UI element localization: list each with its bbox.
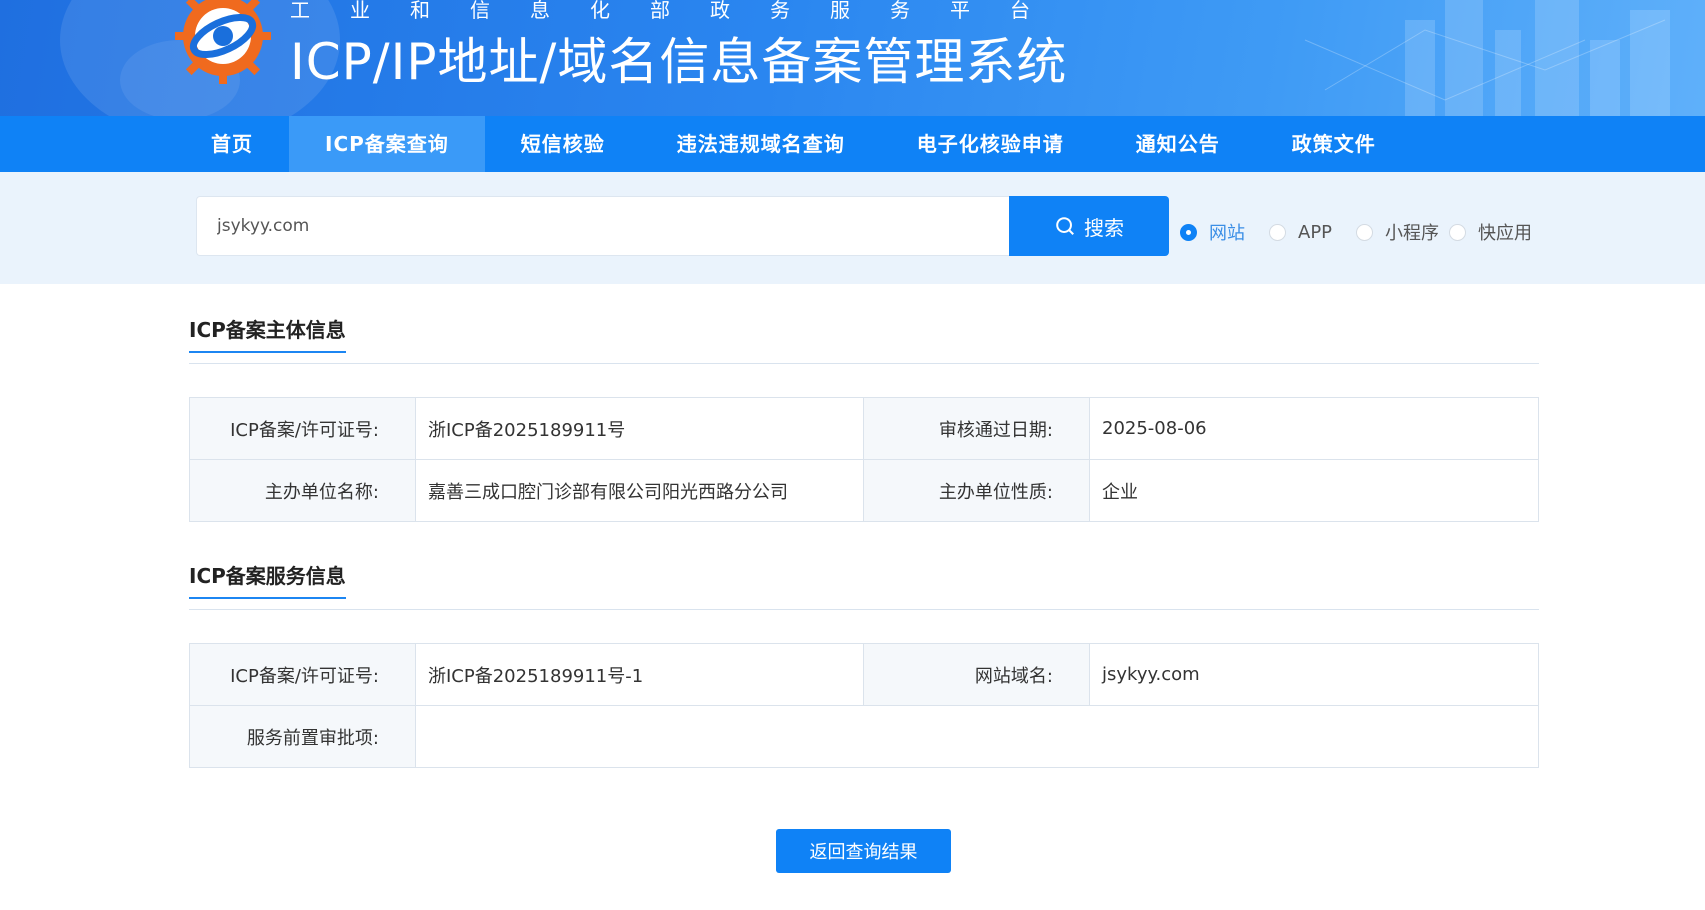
main-nav: 首页 ICP备案查询 短信核验 违法违规域名查询 电子化核验申请 通知公告 政策… — [0, 116, 1705, 172]
table-row: 服务前置审批项: — [189, 705, 1539, 768]
field-value — [415, 705, 1539, 768]
platform-subtitle: 工业和信息化部政务服务平台 — [290, 0, 1070, 22]
field-label: 审核通过日期: — [863, 397, 1090, 460]
search-button[interactable]: 搜索 — [1009, 196, 1169, 256]
system-title: ICP/IP地址/域名信息备案管理系统 — [290, 33, 1068, 91]
search-band: 搜索 网站 APP 小程序 快应用 — [0, 172, 1705, 284]
radio-label: 快应用 — [1478, 223, 1533, 244]
radio-dot — [1356, 223, 1374, 241]
section-title: ICP备案主体信息 — [189, 314, 346, 353]
back-to-results-button[interactable]: 返回查询结果 — [776, 829, 951, 873]
table-row: 主办单位名称: 嘉善三成口腔门诊部有限公司阳光西路分公司 主办单位性质: 企业 — [189, 459, 1539, 522]
radio-app[interactable]: APP — [1269, 222, 1332, 243]
field-value: 企业 — [1089, 459, 1539, 522]
radio-dot — [1449, 223, 1467, 241]
ministry-logo-icon — [175, 0, 271, 84]
field-label: 网站域名: — [863, 643, 1090, 706]
field-value: 浙ICP备2025189911号-1 — [415, 643, 864, 706]
radio-dot — [1180, 223, 1197, 241]
search-type-radio-group: 网站 APP 小程序 快应用 — [1180, 220, 1556, 244]
table-row: ICP备案/许可证号: 浙ICP备2025189911号 审核通过日期: 202… — [189, 397, 1539, 460]
field-value: 2025-08-06 — [1089, 397, 1539, 460]
subject-info-table: ICP备案/许可证号: 浙ICP备2025189911号 审核通过日期: 202… — [189, 397, 1539, 522]
field-label: ICP备案/许可证号: — [189, 643, 416, 706]
nav-item-electronic-verify[interactable]: 电子化核验申请 — [881, 116, 1100, 172]
radio-dot — [1269, 223, 1286, 241]
field-label: 服务前置审批项: — [189, 705, 416, 768]
radio-mini-program[interactable]: 小程序 — [1356, 219, 1439, 245]
nav-item-policy-docs[interactable]: 政策文件 — [1256, 116, 1412, 172]
nav-item-sms-verify[interactable]: 短信核验 — [485, 116, 641, 172]
field-label: 主办单位性质: — [863, 459, 1090, 522]
field-value: jsykyy.com — [1089, 643, 1539, 706]
service-info-section: ICP备案服务信息 ICP备案/许可证号: 浙ICP备2025189911号-1… — [189, 530, 1539, 768]
field-value: 嘉善三成口腔门诊部有限公司阳光西路分公司 — [415, 459, 864, 522]
service-info-table: ICP备案/许可证号: 浙ICP备2025189911号-1 网站域名: jsy… — [189, 643, 1539, 768]
nav-item-home[interactable]: 首页 — [175, 116, 289, 172]
section-header: ICP备案主体信息 — [189, 284, 1539, 364]
radio-quick-app[interactable]: 快应用 — [1449, 219, 1532, 245]
radio-label: APP — [1298, 221, 1333, 243]
site-header: 工业和信息化部政务服务平台 ICP/IP地址/域名信息备案管理系统 — [0, 0, 1705, 116]
field-label: ICP备案/许可证号: — [189, 397, 416, 460]
table-row: ICP备案/许可证号: 浙ICP备2025189911号-1 网站域名: jsy… — [189, 643, 1539, 706]
search-input[interactable] — [196, 196, 1010, 256]
nav-item-illegal-domain-query[interactable]: 违法违规域名查询 — [641, 116, 881, 172]
section-title: ICP备案服务信息 — [189, 560, 346, 599]
city-skyline-illustration — [1304, 0, 1670, 116]
nav-item-announcements[interactable]: 通知公告 — [1100, 116, 1256, 172]
nav-item-icp-query[interactable]: ICP备案查询 — [289, 116, 485, 172]
radio-website[interactable]: 网站 — [1180, 219, 1245, 245]
radio-label: 小程序 — [1385, 223, 1440, 244]
field-value: 浙ICP备2025189911号 — [415, 397, 864, 460]
search-icon — [1056, 217, 1074, 235]
search-button-label: 搜索 — [1084, 217, 1124, 240]
radio-label: 网站 — [1209, 223, 1245, 244]
field-label: 主办单位名称: — [189, 459, 416, 522]
subject-info-section: ICP备案主体信息 ICP备案/许可证号: 浙ICP备2025189911号 审… — [189, 284, 1539, 522]
section-header: ICP备案服务信息 — [189, 530, 1539, 610]
